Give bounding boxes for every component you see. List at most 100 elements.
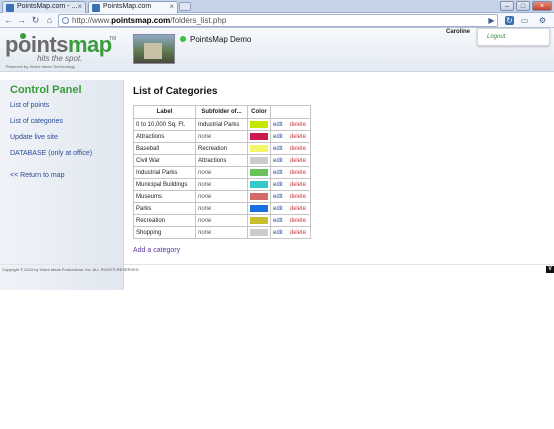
category-color-cell bbox=[247, 142, 271, 155]
edit-link[interactable]: edit bbox=[273, 134, 283, 140]
edit-link[interactable]: edit bbox=[273, 194, 283, 200]
table-row: Industrial Parks none edit delete bbox=[133, 166, 311, 179]
sidebar-title: Control Panel bbox=[10, 84, 82, 96]
address-bar[interactable]: http://www.pointsmap.com/folders_list.ph… bbox=[58, 14, 498, 27]
category-subfolder: Industrial Parks bbox=[195, 118, 248, 131]
table-row: Museums none edit delete bbox=[133, 190, 311, 203]
delete-link[interactable]: delete bbox=[290, 146, 306, 152]
table-row: Recreation none edit delete bbox=[133, 214, 311, 227]
category-color-cell bbox=[247, 118, 271, 131]
close-window-button[interactable]: × bbox=[532, 1, 552, 11]
edit-link[interactable]: edit bbox=[273, 230, 283, 236]
forward-arrow-icon[interactable]: → bbox=[16, 15, 27, 26]
maximize-button[interactable]: □ bbox=[516, 1, 530, 11]
edit-link[interactable]: edit bbox=[273, 158, 283, 164]
category-label: Recreation bbox=[133, 214, 196, 227]
color-swatch bbox=[250, 156, 268, 164]
close-tab-icon[interactable]: × bbox=[77, 2, 82, 11]
color-swatch bbox=[250, 228, 268, 236]
table-row: Civil War Attractions edit delete bbox=[133, 154, 311, 167]
color-swatch bbox=[250, 204, 268, 212]
category-actions: edit delete bbox=[270, 190, 311, 203]
new-tab-button[interactable] bbox=[179, 2, 191, 11]
category-subfolder: none bbox=[195, 178, 248, 191]
copyright-text: Copyright © 2010 by Video Ideas Producti… bbox=[2, 267, 139, 272]
return-to-map-link[interactable]: << Return to map bbox=[10, 172, 64, 179]
delete-link[interactable]: delete bbox=[290, 230, 306, 236]
category-subfolder: none bbox=[195, 202, 248, 215]
categories-table: Label Subfolder of... Color 0 to 10,000 … bbox=[133, 105, 311, 239]
pointsmap-logo[interactable]: pointsmap TM hits the spot. Powered by V… bbox=[5, 33, 129, 72]
category-actions: edit delete bbox=[270, 202, 311, 215]
delete-link[interactable]: delete bbox=[290, 122, 306, 128]
extension-icon[interactable]: ↻ bbox=[505, 16, 514, 25]
delete-link[interactable]: delete bbox=[290, 182, 306, 188]
delete-link[interactable]: delete bbox=[290, 170, 306, 176]
edit-link[interactable]: edit bbox=[273, 122, 283, 128]
edit-link[interactable]: edit bbox=[273, 146, 283, 152]
delete-link[interactable]: delete bbox=[290, 134, 306, 140]
back-arrow-icon[interactable]: ← bbox=[3, 15, 14, 26]
category-subfolder: none bbox=[195, 130, 248, 143]
reload-icon[interactable]: ↻ bbox=[30, 15, 41, 26]
close-tab-icon[interactable]: × bbox=[169, 2, 174, 11]
categories-table-body: 0 to 10,000 Sq. Ft. Industrial Parks edit d… bbox=[133, 118, 311, 239]
delete-link[interactable]: delete bbox=[290, 206, 306, 212]
url-path: /folders_list.php bbox=[170, 16, 227, 25]
favicon-icon bbox=[6, 4, 14, 12]
category-label: Civil War bbox=[133, 154, 196, 167]
wrench-icon[interactable]: ⚙ bbox=[537, 15, 548, 26]
sidebar-item-list-of-categories[interactable]: List of categories bbox=[10, 118, 63, 125]
minimize-button[interactable]: – bbox=[500, 1, 514, 11]
go-arrow-icon[interactable]: ▶ bbox=[486, 15, 497, 26]
edit-link[interactable]: edit bbox=[273, 218, 283, 224]
category-label: Attractions bbox=[133, 130, 196, 143]
category-color-cell bbox=[247, 214, 271, 227]
home-icon[interactable]: ⌂ bbox=[44, 15, 55, 26]
table-row: Baseball Recreation edit delete bbox=[133, 142, 311, 155]
add-category-link[interactable]: Add a category bbox=[133, 247, 180, 254]
logo-tagline: hits the spot. bbox=[37, 54, 83, 63]
edit-link[interactable]: edit bbox=[273, 182, 283, 188]
category-actions: edit delete bbox=[270, 118, 311, 131]
category-actions: edit delete bbox=[270, 226, 311, 239]
tab-title: PointsMap.com - ... bbox=[17, 3, 78, 10]
sidebar-item-database[interactable]: DATABASE (only at office) bbox=[10, 150, 92, 157]
globe-icon bbox=[62, 17, 69, 24]
page-content: pointsmap TM hits the spot. Powered by V… bbox=[0, 28, 554, 429]
column-header-label: Label bbox=[133, 105, 196, 119]
delete-link[interactable]: delete bbox=[290, 218, 306, 224]
site-header: pointsmap TM hits the spot. Powered by V… bbox=[0, 28, 554, 72]
category-color-cell bbox=[247, 190, 271, 203]
page-menu-icon[interactable]: ▭ bbox=[519, 15, 530, 26]
category-subfolder: Attractions bbox=[195, 154, 248, 167]
edit-link[interactable]: edit bbox=[273, 170, 283, 176]
category-label: Museums bbox=[133, 190, 196, 203]
category-actions: edit delete bbox=[270, 214, 311, 227]
page-title: List of Categories bbox=[133, 86, 218, 97]
delete-link[interactable]: delete bbox=[290, 194, 306, 200]
video-ideas-logo: V bbox=[546, 266, 554, 273]
color-swatch bbox=[250, 168, 268, 176]
table-header-row: Label Subfolder of... Color bbox=[133, 105, 311, 119]
online-status-icon bbox=[180, 36, 186, 42]
column-header-subfolder: Subfolder of... bbox=[195, 105, 248, 119]
url-domain: pointsmap.com bbox=[111, 16, 171, 25]
url-prefix: http://www. bbox=[72, 16, 112, 25]
delete-link[interactable]: delete bbox=[290, 158, 306, 164]
category-color-cell bbox=[247, 154, 271, 167]
sidebar-item-update-live-site[interactable]: Update live site bbox=[10, 134, 58, 141]
browser-tab-pointsmap-2[interactable]: PointsMap.com × bbox=[88, 1, 178, 13]
logout-link[interactable]: Logout bbox=[487, 34, 505, 40]
color-swatch bbox=[250, 144, 268, 152]
tab-title: PointsMap.com bbox=[103, 3, 152, 10]
category-color-cell bbox=[247, 130, 271, 143]
browser-tab-pointsmap-1[interactable]: PointsMap.com - ... × bbox=[2, 1, 86, 13]
sidebar-item-list-of-points[interactable]: List of points bbox=[10, 102, 49, 109]
category-label: Municipal Buildings bbox=[133, 178, 196, 191]
powered-by: Powered by Video Ideas Technology bbox=[6, 64, 75, 69]
edit-link[interactable]: edit bbox=[273, 206, 283, 212]
category-actions: edit delete bbox=[270, 154, 311, 167]
table-row: Parks none edit delete bbox=[133, 202, 311, 215]
username: Caroline bbox=[446, 29, 471, 35]
